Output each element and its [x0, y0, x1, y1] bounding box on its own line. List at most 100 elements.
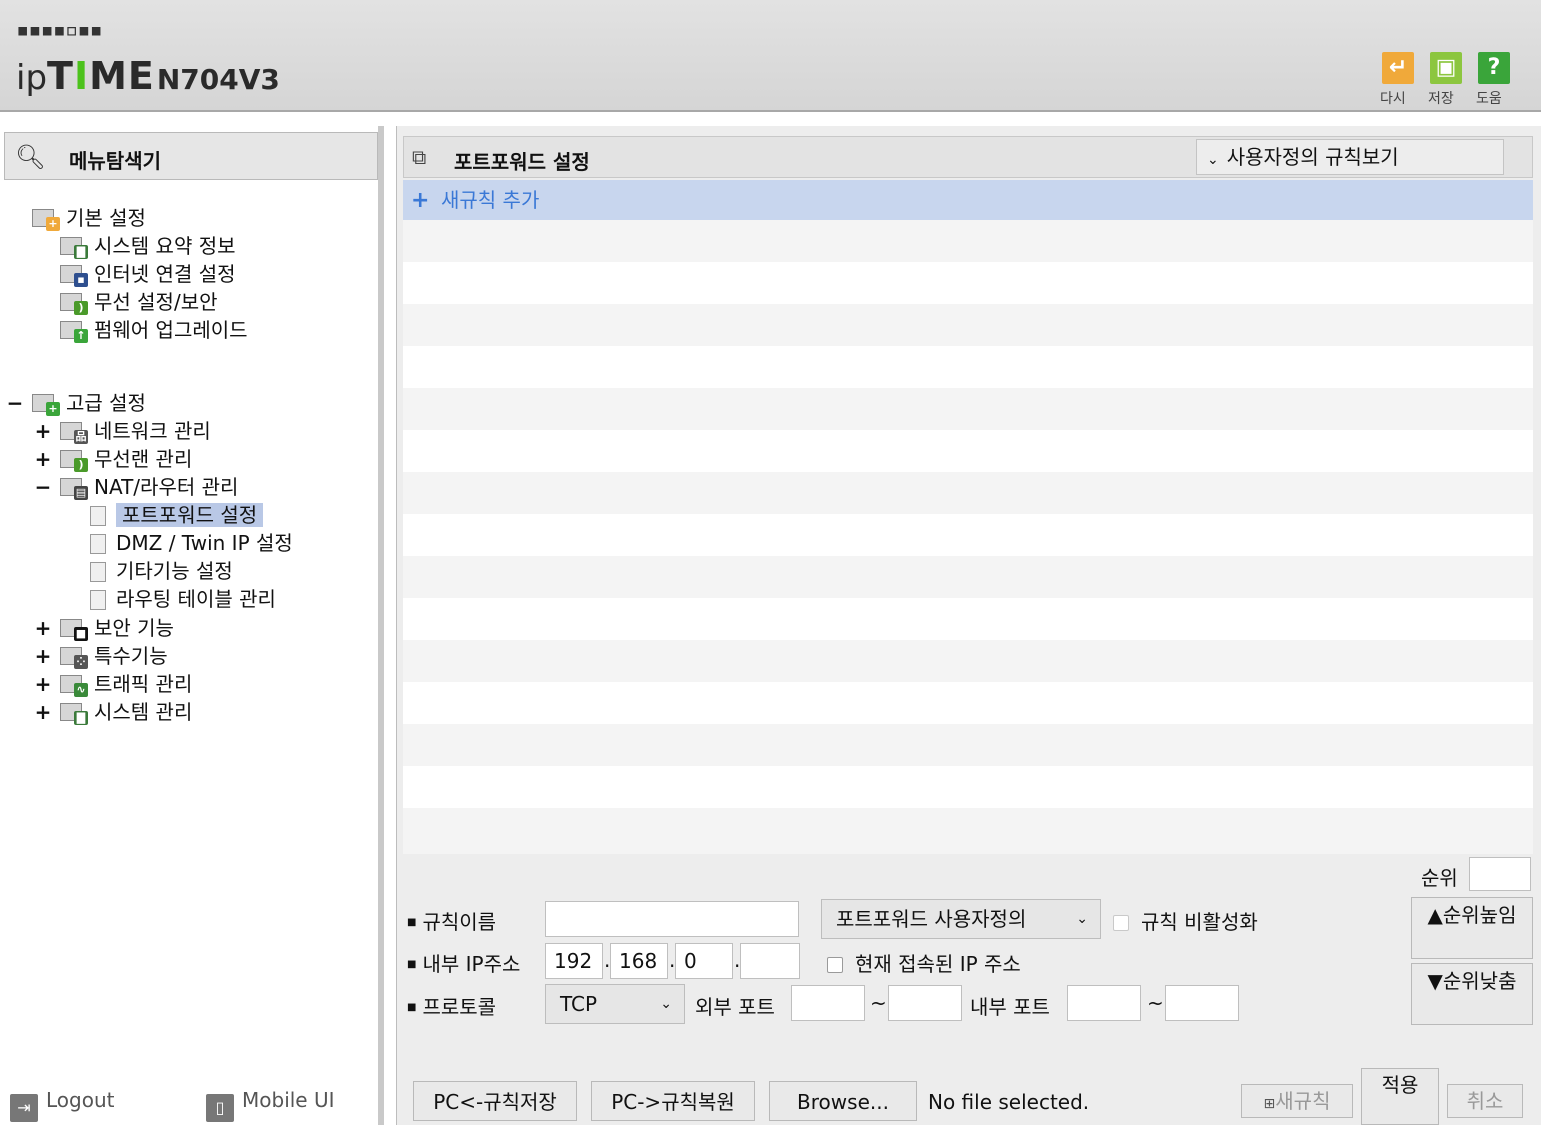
external-port-label: 외부 포트 — [695, 995, 775, 1019]
tree-item-label: 시스템 요약 정보 — [94, 234, 236, 258]
tree-item-nat-router[interactable]: − ▤ NAT/라우터 관리 — [34, 473, 238, 501]
ip-octet-2-input[interactable]: 168 — [610, 943, 668, 979]
tree-item-security[interactable]: + ■ 보안 기능 — [34, 614, 174, 642]
rule-row-empty — [403, 262, 1533, 304]
checkbox-icon — [827, 957, 843, 973]
tree-item-label: DMZ / Twin IP 설정 — [116, 531, 293, 555]
help-label: 도움 — [1476, 91, 1502, 107]
folder-icon: + — [32, 207, 60, 231]
tree-item-traffic[interactable]: + ∿ 트래픽 관리 — [34, 670, 192, 698]
tree-item-system-summary[interactable]: ▇ 시스템 요약 정보 — [60, 232, 236, 260]
upgrade-icon: ↑ — [60, 319, 88, 343]
header: ▪▪▪▪▫▪▪ ipTIMEN704V3 ↵ 다시 ▣ 저장 ? 도움 — [0, 0, 1541, 112]
new-rule-button[interactable]: ⊞새규칙 — [1241, 1084, 1353, 1118]
external-port-end-input[interactable] — [888, 985, 962, 1021]
expand-icon[interactable]: + — [34, 614, 52, 642]
help-button[interactable]: ? 도움 — [1476, 52, 1512, 107]
disable-rule-label: 규칙 비활성화 — [1141, 910, 1258, 934]
mobile-ui-link[interactable]: ▯ Mobile UI — [206, 1088, 335, 1122]
rank-input[interactable] — [1469, 857, 1531, 891]
logo-time-i: I — [73, 54, 90, 98]
ip-octet-3-input[interactable]: 0 — [675, 943, 733, 979]
rule-list: + 새규칙 추가 — [403, 180, 1533, 854]
expand-icon[interactable]: + — [34, 698, 52, 726]
rank-down-button[interactable]: ▼순위낮춤 — [1411, 963, 1533, 1025]
rule-row-empty — [403, 766, 1533, 808]
rule-name-input[interactable] — [545, 901, 799, 937]
rule-row-empty — [403, 682, 1533, 724]
tree-item-system[interactable]: + ▇ 시스템 관리 — [34, 698, 192, 726]
rule-row-empty — [403, 598, 1533, 640]
save-rules-to-pc-button[interactable]: PC<-규칙저장 — [413, 1081, 577, 1121]
browse-button[interactable]: Browse... — [769, 1081, 917, 1121]
chevron-down-icon: ⌄ — [1207, 152, 1219, 168]
tree-item-firmware-upgrade[interactable]: ↑ 펌웨어 업그레이드 — [60, 316, 248, 344]
expand-icon[interactable]: + — [34, 642, 52, 670]
tree-item-wireless-lan[interactable]: +) 무선랜 관리 — [34, 445, 192, 473]
tree-item-routing-table[interactable]: 라우팅 테이블 관리 — [90, 585, 276, 613]
rule-row-empty — [403, 640, 1533, 682]
collapse-icon[interactable]: − — [6, 389, 24, 417]
add-rule-row[interactable]: + 새규칙 추가 — [403, 180, 1533, 220]
tree-item-dmz-twinip[interactable]: DMZ / Twin IP 설정 — [90, 529, 293, 557]
rule-row-empty — [403, 430, 1533, 472]
tree-item-port-forward[interactable]: 포트포워드 설정 — [90, 501, 264, 529]
wifi-icon: ) — [60, 291, 88, 315]
internal-port-start-input[interactable] — [1067, 985, 1141, 1021]
tree-advanced-settings[interactable]: − + 고급 설정 — [6, 389, 146, 417]
menu-explorer-title: 메뉴탐색기 — [69, 149, 161, 173]
restore-rules-from-pc-button[interactable]: PC->규칙복원 — [591, 1081, 755, 1121]
tree-item-label: NAT/라우터 관리 — [94, 475, 239, 499]
rule-row-empty — [403, 808, 1533, 854]
tree-item-special[interactable]: + ⁘ 특수기능 — [34, 642, 168, 670]
tree-item-label: 라우팅 테이블 관리 — [116, 587, 276, 611]
rule-name-label: ■ 규칙이름 — [407, 910, 497, 934]
tree-item-internet-settings[interactable]: ▪ 인터넷 연결 설정 — [60, 260, 236, 288]
logo: ipTIMEN704V3 — [16, 54, 280, 98]
ip-octet-4-input[interactable] — [740, 943, 800, 979]
apply-button[interactable]: 적용 — [1361, 1068, 1439, 1125]
range-tilde: ~ — [1147, 991, 1164, 1015]
rule-type-select[interactable]: 포트포워드 사용자정의 ⌄ — [821, 899, 1101, 939]
expand-icon[interactable]: + — [34, 417, 52, 445]
protocol-select[interactable]: TCP ⌄ — [545, 984, 685, 1024]
tree-item-network[interactable]: + 品 네트워크 관리 — [34, 417, 211, 445]
sidebar: 🔍︎ 메뉴탐색기 + 기본 설정 ▇ 시스템 요약 정보 ▪ 인터넷 연결 설정 ) 무… — [0, 126, 384, 1125]
rule-row-empty — [403, 556, 1533, 598]
disable-rule-checkbox[interactable]: 규칙 비활성화 — [1113, 906, 1258, 935]
chart-icon: ▇ — [60, 701, 88, 725]
rule-row-empty — [403, 514, 1533, 556]
logo-time-me: ME — [89, 54, 155, 98]
rule-row-empty — [403, 304, 1533, 346]
expand-icon[interactable]: + — [34, 445, 52, 473]
panel-title: 포트포워드 설정 — [454, 150, 590, 174]
internal-port-end-input[interactable] — [1165, 985, 1239, 1021]
rule-view-select[interactable]: ⌄ 사용자정의 규칙보기 — [1196, 139, 1504, 175]
ip-octet-1-input[interactable]: 192 — [545, 943, 603, 979]
tree-advanced-settings-label: 고급 설정 — [66, 391, 146, 415]
undo-icon: ↵ — [1382, 52, 1414, 84]
expand-icon[interactable]: + — [34, 670, 52, 698]
current-ip-checkbox[interactable]: 현재 접속된 IP 주소 — [827, 948, 1021, 977]
rank-up-button[interactable]: ▲순위높임 — [1411, 897, 1533, 959]
new-rule-label: 새규칙 — [1275, 1089, 1331, 1113]
undo-button[interactable]: ↵ 다시 — [1380, 52, 1416, 107]
page-icon — [90, 562, 106, 582]
tree-basic-settings[interactable]: + 기본 설정 — [32, 204, 146, 232]
logout-link[interactable]: ⇥ Logout — [10, 1088, 114, 1122]
tree-item-label: 펌웨어 업그레이드 — [94, 318, 248, 342]
logo-ip: ip — [16, 58, 48, 98]
save-button[interactable]: ▣ 저장 — [1428, 52, 1464, 107]
monitor-icon: ▪ — [60, 263, 88, 287]
internal-ip-label: ■ 내부 IP주소 — [407, 952, 521, 976]
tree-item-misc-functions[interactable]: 기타기능 설정 — [90, 557, 233, 585]
save-label: 저장 — [1428, 91, 1454, 107]
tree-item-wireless-security[interactable]: ) 무선 설정/보안 — [60, 288, 218, 316]
cancel-button[interactable]: 취소 — [1447, 1084, 1523, 1118]
external-port-start-input[interactable] — [791, 985, 865, 1021]
collapse-icon[interactable]: − — [34, 473, 52, 501]
tree-item-label: 네트워크 관리 — [94, 419, 211, 443]
mobile-ui-label: Mobile UI — [242, 1088, 335, 1112]
protocol-select-label: TCP — [560, 992, 598, 1016]
rank-label: 순위 — [1421, 866, 1458, 890]
